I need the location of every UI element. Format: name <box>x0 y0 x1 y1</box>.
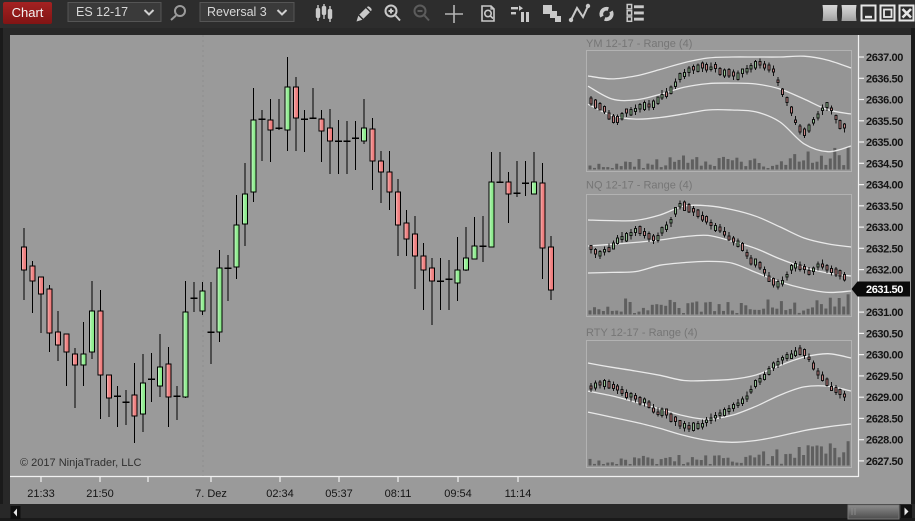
svg-text:Reversal 3: Reversal 3 <box>207 5 267 19</box>
svg-text:2627.50: 2627.50 <box>866 456 903 468</box>
svg-text:RTY 12-17 - Range (4): RTY 12-17 - Range (4) <box>586 327 697 339</box>
svg-text:08:11: 08:11 <box>385 488 412 500</box>
svg-text:2633.50: 2633.50 <box>866 201 903 213</box>
svg-text:2635.00: 2635.00 <box>866 137 903 149</box>
svg-text:2628.50: 2628.50 <box>866 413 903 425</box>
svg-text:2634.50: 2634.50 <box>866 158 903 170</box>
svg-text:2636.00: 2636.00 <box>866 95 903 107</box>
svg-text:Chart: Chart <box>12 5 44 20</box>
svg-text:2637.00: 2637.00 <box>866 52 903 64</box>
svg-text:2636.50: 2636.50 <box>866 73 903 85</box>
svg-text:09:54: 09:54 <box>444 488 472 500</box>
svg-text:© 2017 NinjaTrader, LLC: © 2017 NinjaTrader, LLC <box>20 457 141 469</box>
svg-text:2633.00: 2633.00 <box>866 222 903 234</box>
svg-text:2628.00: 2628.00 <box>866 435 903 447</box>
svg-text:05:37: 05:37 <box>325 488 353 500</box>
svg-text:02:34: 02:34 <box>266 488 294 500</box>
svg-text:2635.50: 2635.50 <box>866 116 903 128</box>
svg-text:21:50: 21:50 <box>86 488 114 500</box>
svg-text:11:14: 11:14 <box>505 488 532 500</box>
svg-text:2631.50: 2631.50 <box>866 284 903 296</box>
svg-text:YM 12-17 - Range (4): YM 12-17 - Range (4) <box>586 38 692 50</box>
svg-text:2632.00: 2632.00 <box>866 265 903 277</box>
svg-text:ES 12-17: ES 12-17 <box>76 5 128 19</box>
svg-text:2630.00: 2630.00 <box>866 350 903 362</box>
svg-text:2631.00: 2631.00 <box>866 307 903 319</box>
svg-text:7. Dez: 7. Dez <box>195 488 227 500</box>
svg-text:2634.00: 2634.00 <box>866 180 903 192</box>
svg-text:NQ 12-17 - Range (4): NQ 12-17 - Range (4) <box>586 180 692 192</box>
svg-text:2630.50: 2630.50 <box>866 328 903 340</box>
svg-text:2632.50: 2632.50 <box>866 243 903 255</box>
svg-text:2629.50: 2629.50 <box>866 371 903 383</box>
svg-text:21:33: 21:33 <box>27 488 55 500</box>
svg-text:2629.00: 2629.00 <box>866 392 903 404</box>
